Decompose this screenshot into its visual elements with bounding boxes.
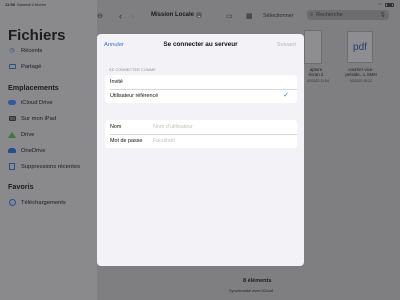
- sidebar-item-recents[interactable]: ◷ Récents: [8, 47, 43, 55]
- username-field[interactable]: Nom d'utilisateur: [153, 124, 193, 130]
- wifi-icon: ◠: [378, 2, 383, 7]
- cloud-icon: [8, 99, 16, 106]
- password-label: Mot de passe: [110, 138, 143, 144]
- option-guest[interactable]: Invité: [105, 75, 297, 89]
- item-count: 8 éléments: [243, 278, 272, 284]
- ipad-icon: [8, 115, 16, 122]
- forward-chevron-icon[interactable]: ›: [131, 11, 134, 21]
- connect-to-server-dialog: Annuler Se connecter au serveur Suivant …: [97, 34, 304, 266]
- folder-title-menu[interactable]: Mission Locale ⌄: [151, 12, 203, 18]
- sidebar-title: Fichiers: [8, 27, 66, 44]
- status-date: Samedi 4 février: [17, 2, 47, 7]
- battery-icon: [385, 2, 394, 7]
- search-field[interactable]: ⌕ Recherche 🎙: [307, 10, 389, 20]
- file-name-line: préside...L SMH: [345, 72, 377, 78]
- sidebar-item-drive[interactable]: Drive: [8, 131, 35, 138]
- next-button[interactable]: Suivant: [277, 42, 296, 48]
- file-name-line: écran 2: [308, 72, 324, 78]
- status-bar: 11:50 Samedi 4 février ◠: [0, 0, 400, 9]
- locations-header: Emplacements: [8, 83, 59, 92]
- shared-folder-icon: [8, 63, 16, 70]
- file-thumbnail[interactable]: [304, 30, 322, 64]
- dialog-nav-bar: Annuler Se connecter au serveur Suivant: [97, 34, 304, 56]
- sync-status: Synchronisé avec iCloud: [229, 288, 274, 293]
- status-time: 11:50: [5, 2, 16, 7]
- microphone-icon[interactable]: 🎙: [380, 12, 386, 18]
- sidebar-item-label: Sur mon iPad: [21, 115, 57, 122]
- download-icon: ↓: [8, 199, 16, 206]
- new-folder-icon[interactable]: ▭: [226, 12, 233, 20]
- sidebar-item-on-ipad[interactable]: Sur mon iPad: [8, 115, 56, 122]
- option-registered-user[interactable]: Utilisateur référencé ✓: [105, 89, 297, 103]
- select-button[interactable]: Sélectionner: [263, 13, 294, 19]
- folder-title: Mission Locale: [151, 12, 195, 18]
- checkmark-icon: ✓: [283, 92, 289, 99]
- search-icon: ⌕: [310, 11, 314, 18]
- sidebar-item-icloud[interactable]: iCloud Drive: [8, 99, 53, 106]
- dialog-title: Se connecter au serveur: [163, 41, 238, 48]
- file-item[interactable]: apture écran 2: [301, 67, 331, 77]
- credentials-form: Nom Nom d'utilisateur Mot de passe Facul…: [105, 120, 297, 148]
- section-label: SE CONNECTER COMME: [109, 68, 156, 72]
- sidebar-item-shared[interactable]: Partagé: [8, 63, 41, 70]
- view-options-icon[interactable]: ▦: [246, 12, 253, 20]
- pdf-file-icon[interactable]: pdf: [347, 31, 373, 63]
- back-chevron-icon[interactable]: ‹: [119, 11, 122, 21]
- clock-icon: ◷: [9, 48, 15, 54]
- sidebar-item-label: Suppressions récentes: [21, 163, 80, 170]
- favorites-header: Favoris: [8, 182, 34, 191]
- sidebar-item-label: iCloud Drive: [21, 99, 53, 106]
- chevron-down-icon: ⌄: [196, 12, 203, 18]
- sidebar-item-label: Partagé: [21, 63, 42, 70]
- name-label: Nom: [110, 124, 122, 130]
- sidebar-item-label: OneDrive: [21, 147, 46, 154]
- sidebar-item-recently-deleted[interactable]: Suppressions récentes: [8, 163, 80, 170]
- more-options-icon[interactable]: ⊖: [97, 12, 103, 20]
- sidebar-item-downloads[interactable]: ↓ Téléchargements: [8, 199, 66, 206]
- password-row: Mot de passe Facultatif: [105, 134, 297, 148]
- file-meta: 02/2022 18:22: [349, 79, 373, 83]
- file-item[interactable]: courrier vice- préside...L SMH: [340, 67, 382, 77]
- search-placeholder: Recherche: [316, 12, 343, 18]
- trash-icon: [8, 163, 16, 170]
- connect-as-options: Invité Utilisateur référencé ✓: [105, 75, 297, 103]
- onedrive-icon: [8, 147, 16, 154]
- sidebar-item-label: Téléchargements: [21, 199, 66, 206]
- password-field[interactable]: Facultatif: [153, 138, 175, 144]
- google-drive-icon: [8, 131, 16, 138]
- sidebar-item-label: Drive: [21, 131, 35, 138]
- file-meta: 02/2022 11:04: [306, 79, 330, 83]
- sidebar-item-onedrive[interactable]: OneDrive: [8, 147, 45, 154]
- sidebar: Fichiers ◷ Récents Partagé Emplacements …: [0, 0, 97, 300]
- option-label: Invité: [110, 79, 123, 85]
- name-row: Nom Nom d'utilisateur: [105, 120, 297, 134]
- sidebar-item-label: Récents: [21, 47, 43, 54]
- option-label: Utilisateur référencé: [110, 93, 159, 99]
